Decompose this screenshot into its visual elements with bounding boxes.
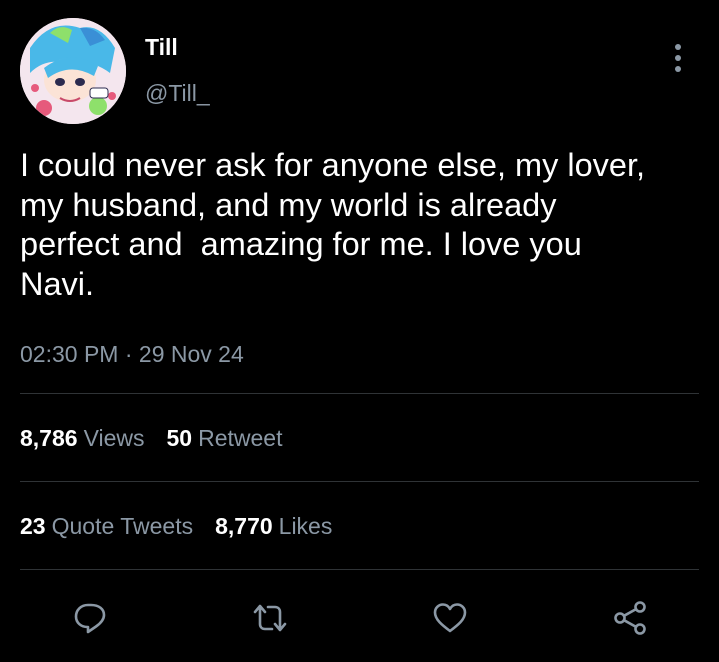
tweet-timestamp[interactable]: 02:30 PM · 29 Nov 24 — [20, 340, 244, 368]
reply-button[interactable] — [70, 598, 110, 638]
tweet-text: I could never ask for anyone else, my lo… — [20, 147, 646, 302]
more-options-button[interactable] — [664, 40, 692, 76]
reply-icon — [74, 603, 106, 634]
share-icon — [614, 601, 646, 635]
tweet-card: Till @Till_ I could never ask for anyone… — [0, 0, 719, 662]
avatar-image — [20, 18, 126, 124]
divider — [20, 481, 699, 482]
more-dot-icon — [675, 44, 681, 50]
like-button[interactable] — [430, 598, 470, 638]
retweet-button[interactable] — [250, 598, 290, 638]
views-label: Views — [83, 425, 145, 451]
views-count: 8,786 — [20, 425, 78, 451]
more-dot-icon — [675, 55, 681, 61]
likes-label: Likes — [278, 513, 333, 539]
timestamp-separator: · — [118, 341, 139, 367]
likes-stat[interactable]: 8,770 Likes — [215, 512, 332, 540]
divider — [20, 569, 699, 570]
more-dot-icon — [675, 66, 681, 72]
retweet-label: Retweet — [198, 425, 283, 451]
quote-label: Quote Tweets — [51, 513, 194, 539]
stats-row-engagement: 23 Quote Tweets 8,770 Likes — [20, 512, 354, 540]
views-stat[interactable]: 8,786 Views — [20, 424, 145, 452]
retweet-stat[interactable]: 50 Retweet — [167, 424, 283, 452]
like-icon — [433, 603, 467, 633]
tweet-date: 29 Nov 24 — [138, 341, 244, 367]
stats-row-views: 8,786 Views 50 Retweet — [20, 424, 304, 452]
divider — [20, 393, 699, 394]
author-handle[interactable]: @Till_ — [145, 80, 210, 106]
tweet-time: 02:30 PM — [20, 341, 119, 367]
avatar[interactable] — [20, 18, 126, 124]
share-button[interactable] — [610, 598, 650, 638]
likes-count: 8,770 — [215, 513, 273, 539]
retweet-icon — [253, 604, 287, 632]
quote-count: 23 — [20, 513, 46, 539]
quote-tweets-stat[interactable]: 23 Quote Tweets — [20, 512, 193, 540]
author-display-name[interactable]: Till — [145, 34, 178, 60]
retweet-count: 50 — [166, 425, 193, 451]
